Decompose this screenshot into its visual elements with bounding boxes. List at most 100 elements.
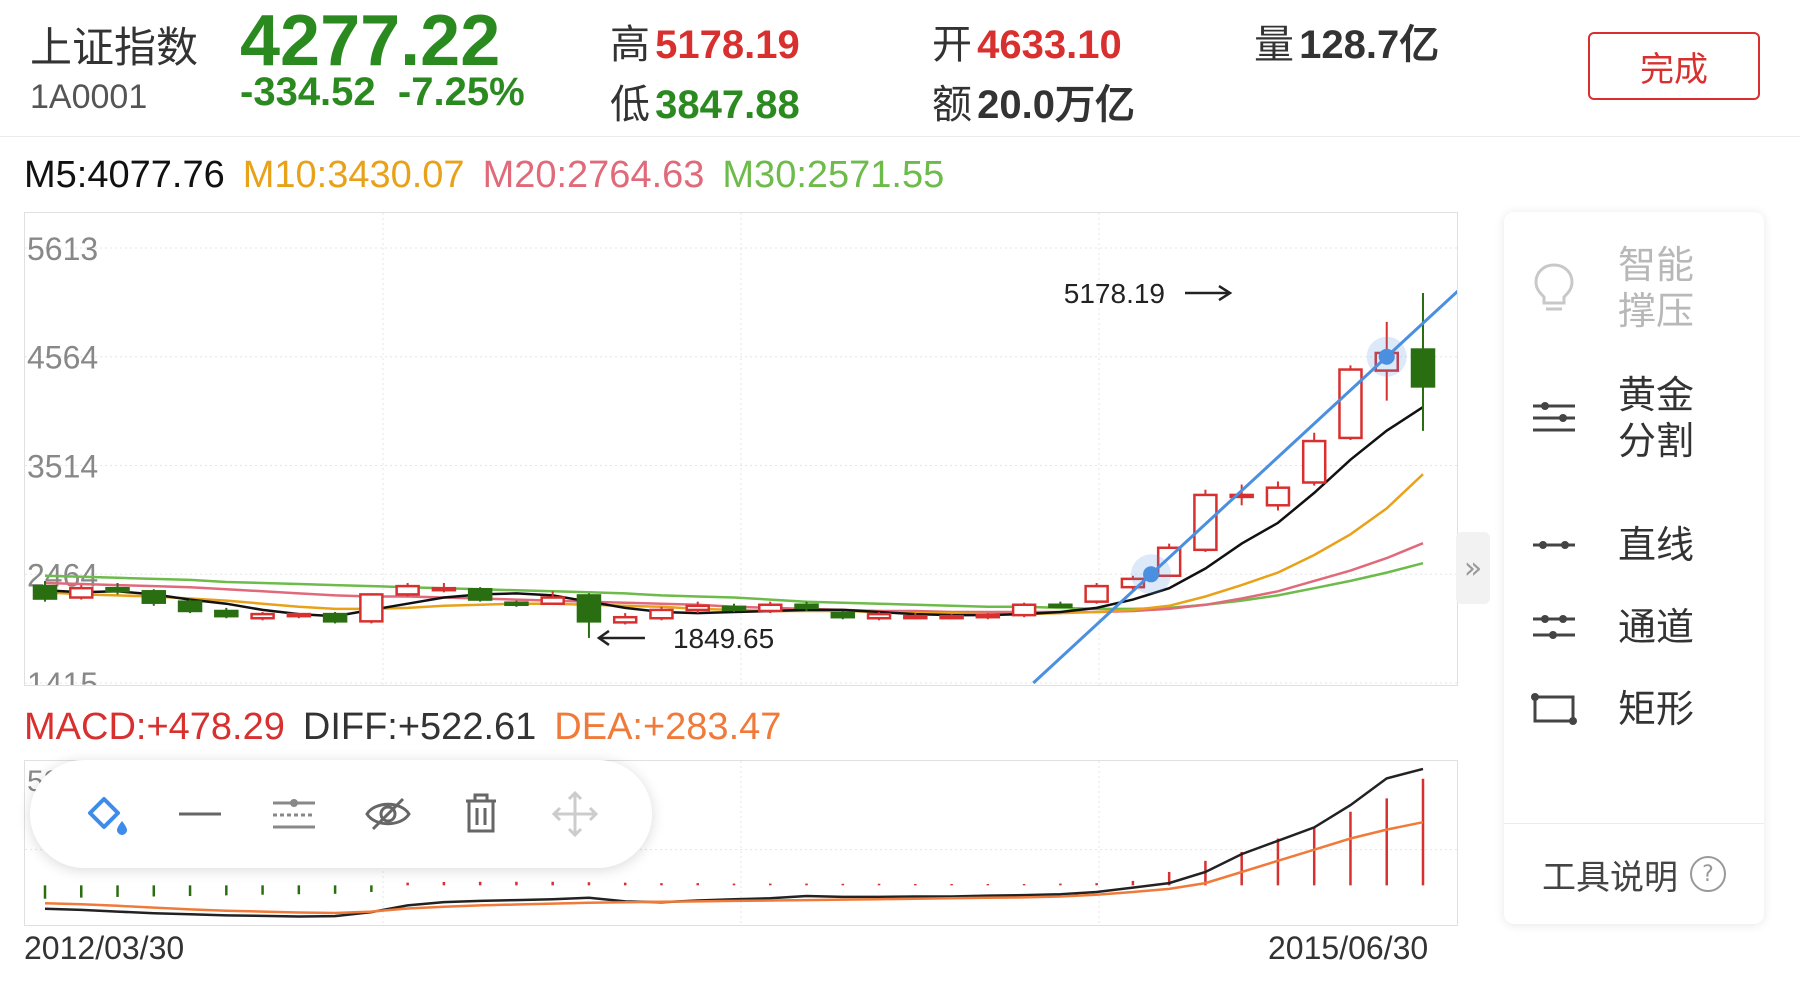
color-fill-button[interactable] xyxy=(77,784,137,844)
tool-smart-support[interactable]: 智能 撑压 xyxy=(1504,242,1764,334)
index-code: 1A0001 xyxy=(30,78,148,116)
candle-body xyxy=(903,614,928,620)
candle-body xyxy=(758,603,783,613)
tool-smart-support-line2: 撑压 xyxy=(1618,289,1695,333)
candle-body xyxy=(504,601,529,607)
line-width-button[interactable] xyxy=(170,784,230,844)
candle-body xyxy=(1048,603,1073,609)
tool-straight-line-label: 直线 xyxy=(1618,523,1695,567)
kline-canvas[interactable]: 561345643514246414155178.191849.65 xyxy=(25,211,1544,702)
golden-section-icon xyxy=(1533,402,1575,432)
move-icon xyxy=(551,790,599,838)
change-percent: -7.25% xyxy=(397,70,525,114)
volume-value: 128.7亿 xyxy=(1299,23,1440,67)
tool-smart-support-line1: 智能 xyxy=(1618,243,1695,287)
tool-channel[interactable]: 通道 xyxy=(1504,604,1764,650)
amount-value: 20.0万亿 xyxy=(977,83,1135,127)
line-icon xyxy=(179,812,222,816)
candle-body xyxy=(214,609,239,618)
y-tick-label: 3514 xyxy=(27,449,98,485)
macd-legend: MACD:+478.29 DIFF:+522.61 DEA:+283.47 xyxy=(24,706,799,749)
y-tick-label: 5613 xyxy=(27,231,98,267)
trend-anchor-point xyxy=(1378,348,1395,365)
candle-body xyxy=(866,612,892,620)
candle-body xyxy=(540,596,565,605)
candle-body xyxy=(576,594,602,623)
candle-body xyxy=(794,603,819,610)
candle-body xyxy=(431,586,457,592)
candle-body xyxy=(1011,603,1037,617)
candle-body xyxy=(322,612,348,623)
question-icon: ? xyxy=(1690,856,1726,892)
candle-body xyxy=(250,612,275,620)
candle-body xyxy=(359,593,384,623)
high-marker-label: 5178.19 xyxy=(1064,278,1165,309)
ma-legend: M5:4077.76 M10:3430.07 M20:2764.63 M30:2571… xyxy=(24,154,962,197)
candle-body xyxy=(1265,486,1291,507)
drawing-toolbar xyxy=(30,760,652,868)
ma5-label: M5:4077.76 xyxy=(24,154,225,196)
tool-golden-section-line1: 黄金 xyxy=(1618,373,1695,417)
low-label: 低 xyxy=(610,82,650,128)
diff-label: DIFF:+522.61 xyxy=(302,706,537,748)
straight-line-icon xyxy=(1533,541,1575,549)
line-style-icon xyxy=(273,799,316,829)
tool-rectangle[interactable]: 矩形 xyxy=(1504,686,1764,732)
lightbulb-icon xyxy=(1534,263,1574,311)
index-name: 上证指数 xyxy=(30,23,199,72)
candle-body xyxy=(395,584,420,596)
tool-straight-line[interactable]: 直线 xyxy=(1504,522,1764,568)
line-style-button[interactable] xyxy=(264,784,324,844)
macd-label: MACD:+478.29 xyxy=(24,706,285,748)
open-stat: 开 4633.10 xyxy=(932,12,1122,70)
end-date: 2015/06/30 xyxy=(1268,930,1429,966)
rectangle-icon xyxy=(1531,693,1577,725)
delete-button[interactable] xyxy=(451,784,511,844)
kline-chart[interactable]: 5613 4564 3514 2464 1415 5178.19 1849.65 xyxy=(24,211,1544,702)
channel-icon xyxy=(1533,615,1575,639)
candle-body xyxy=(685,604,710,612)
candle-body xyxy=(612,615,638,624)
open-value: 4633.10 xyxy=(977,23,1122,67)
quote-header: 上证指数 1A0001 4277.22 -334.52 -7.25% 高 517… xyxy=(0,0,1800,137)
start-date: 2012/03/30 xyxy=(24,930,185,966)
low-marker-label: 1849.65 xyxy=(673,623,774,654)
candle-body xyxy=(141,590,167,604)
tool-golden-section[interactable]: 黄金 分割 xyxy=(1504,372,1764,464)
candle-body xyxy=(177,600,203,613)
low-stat: 低 3847.88 xyxy=(610,72,800,130)
candle-body xyxy=(1301,439,1327,484)
candle-body xyxy=(286,612,312,618)
tool-help-button[interactable]: 工具说明 ? xyxy=(1504,823,1764,924)
double-chevron-right-icon: » xyxy=(1463,550,1483,586)
candle-body xyxy=(1410,348,1436,388)
candle-body xyxy=(830,611,856,619)
high-value: 5178.19 xyxy=(655,23,800,67)
candle-body xyxy=(1084,584,1109,603)
eye-off-icon xyxy=(365,797,411,831)
y-tick-label: 4564 xyxy=(27,340,98,376)
collapse-panel-button[interactable]: » xyxy=(1456,532,1490,604)
candle-body xyxy=(649,608,674,620)
low-value: 3847.88 xyxy=(655,83,800,127)
done-button[interactable]: 完成 xyxy=(1588,32,1760,100)
index-change: -334.52 -7.25% xyxy=(240,70,525,115)
amount-stat: 额 20.0万亿 xyxy=(932,72,1135,130)
tool-channel-label: 通道 xyxy=(1618,605,1695,649)
open-label: 开 xyxy=(932,22,972,68)
tool-golden-section-line2: 分割 xyxy=(1618,419,1695,463)
dea-label: DEA:+283.47 xyxy=(554,706,782,748)
y-tick-label: 1415 xyxy=(27,666,98,685)
candle-body xyxy=(467,587,493,601)
high-stat: 高 5178.19 xyxy=(610,12,800,70)
candle-body xyxy=(105,586,130,593)
drawing-tools-panel: 智能 撑压 黄金 分割 直线 通道 矩形 工具说明 ? xyxy=(1504,212,1764,924)
hide-button[interactable] xyxy=(358,784,418,844)
move-button[interactable] xyxy=(545,784,605,844)
trend-anchor-point xyxy=(1143,566,1160,583)
candle-body xyxy=(32,584,58,600)
ma20-label: M20:2764.63 xyxy=(482,154,705,196)
volume-label: 量 xyxy=(1254,22,1294,68)
ma30-label: M30:2571.55 xyxy=(722,154,945,196)
candle-body xyxy=(721,605,747,612)
